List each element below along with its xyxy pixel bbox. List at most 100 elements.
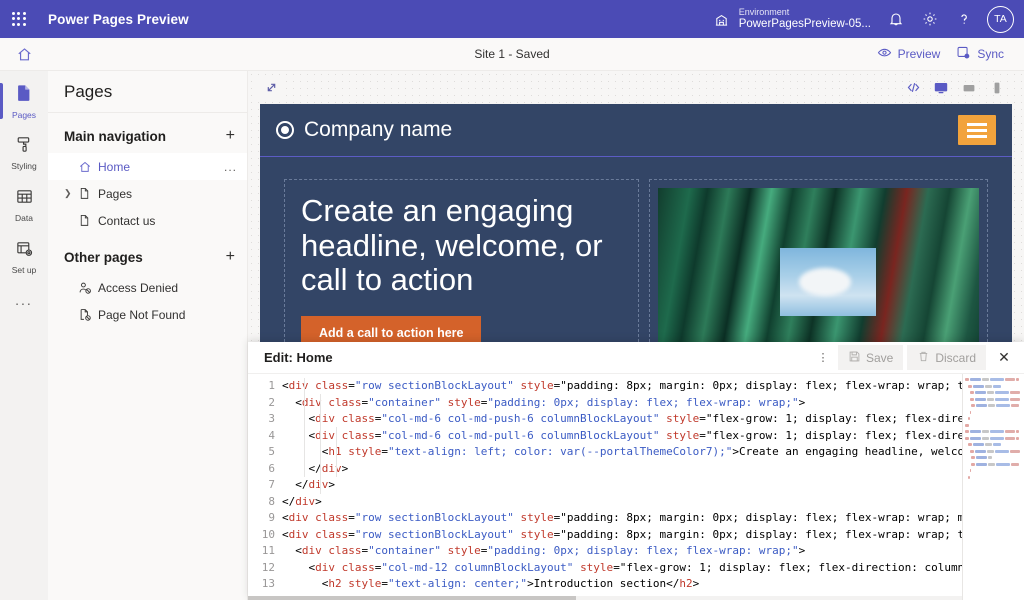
pages-panel-title: Pages — [48, 71, 247, 113]
minimap-line — [965, 390, 1022, 395]
minimap-line — [965, 462, 1022, 467]
code-line-number: 5 — [248, 444, 275, 461]
rail-item-styling[interactable]: Styling — [0, 127, 48, 179]
tablet-icon[interactable] — [956, 75, 982, 101]
trash-icon — [917, 350, 930, 366]
gear-icon[interactable] — [913, 0, 947, 38]
bell-icon[interactable] — [879, 0, 913, 38]
code-line-number: 6 — [248, 461, 275, 478]
code-editor-title: Edit: Home — [264, 350, 333, 365]
code-line: <div class="col-md-6 col-md-pull-6 colum… — [282, 428, 1024, 445]
home-icon[interactable] — [0, 38, 48, 71]
sync-icon — [956, 45, 971, 63]
code-line: <div class="row sectionBlockLayout" styl… — [282, 510, 1024, 527]
close-icon[interactable]: ✕ — [990, 345, 1018, 370]
desktop-icon[interactable] — [928, 75, 954, 101]
file-icon — [78, 187, 98, 200]
question-icon[interactable] — [947, 0, 981, 38]
minimap-line — [965, 436, 1022, 441]
code-line: </div> — [282, 494, 1024, 511]
rail-item-pages[interactable]: Pages — [0, 75, 48, 127]
save-button[interactable]: Save — [838, 345, 903, 370]
circle-target-logo — [276, 121, 294, 139]
code-line-number: 10 — [248, 527, 275, 544]
site-header: Company name — [260, 104, 1012, 157]
environment-icon — [713, 12, 731, 27]
sync-button[interactable]: Sync — [948, 41, 1012, 67]
code-editor-body[interactable]: 12345678910111213141516 <div class="row … — [248, 373, 1024, 600]
site-status: Site 1 - Saved — [362, 47, 662, 61]
pages-panel: Pages Main navigation + Home ... ❯ Pages — [48, 71, 248, 600]
resize-diagonal-icon[interactable] — [256, 75, 286, 101]
code-minimap[interactable] — [962, 374, 1024, 600]
save-disk-icon — [848, 350, 861, 366]
page-item-page-not-found[interactable]: Page Not Found — [48, 301, 247, 328]
section-main-navigation-title: Main navigation — [64, 129, 166, 144]
code-indent-guide — [304, 378, 305, 477]
code-line: </div> — [282, 477, 1024, 494]
page-item-pages-label: Pages — [98, 187, 132, 201]
app-launcher-icon[interactable] — [0, 0, 38, 38]
minimap-line — [965, 442, 1022, 447]
add-main-navigation-page-button[interactable]: + — [226, 128, 235, 144]
rail-item-data[interactable]: Data — [0, 179, 48, 231]
minimap-line — [965, 410, 1022, 415]
code-line: <div class="col-md-12 columnBlockLayout"… — [282, 560, 1024, 577]
save-label: Save — [866, 351, 893, 365]
preview-button[interactable]: Preview — [869, 41, 949, 67]
code-editor-actions: ⋮ Save Discard ✕ — [812, 345, 1018, 370]
section-other-pages-header: Other pages + — [48, 240, 247, 274]
hamburger-icon[interactable] — [958, 115, 996, 145]
discard-button[interactable]: Discard — [907, 345, 986, 370]
add-other-page-button[interactable]: + — [226, 249, 235, 265]
company-name: Company name — [304, 118, 452, 142]
page-item-access-denied[interactable]: Access Denied — [48, 274, 247, 301]
page-item-access-denied-label: Access Denied — [98, 281, 178, 295]
code-line: <h1 style="text-align: left; color: var(… — [282, 444, 1024, 461]
avatar[interactable]: TA — [987, 6, 1014, 33]
code-line: <h2 style="text-align: center;">Introduc… — [282, 576, 1024, 593]
command-bar: Site 1 - Saved Preview Sync — [0, 38, 1024, 71]
code-editor-text[interactable]: <div class="row sectionBlockLayout" styl… — [282, 378, 1024, 600]
page-item-pages[interactable]: ❯ Pages — [48, 180, 247, 207]
section-main-navigation-header: Main navigation + — [48, 119, 247, 153]
rail-item-setup[interactable]: Set up — [0, 231, 48, 283]
page-item-home[interactable]: Home ... — [48, 153, 247, 180]
code-line-number: 4 — [248, 428, 275, 445]
command-bar-actions: Preview Sync — [869, 41, 1024, 67]
page-item-home-label: Home — [98, 160, 130, 174]
file-icon — [78, 214, 98, 227]
minimap-line — [965, 397, 1022, 402]
chevron-right-icon[interactable]: ❯ — [64, 188, 78, 199]
home-icon — [78, 160, 98, 174]
page-item-contact-us[interactable]: Contact us — [48, 207, 247, 234]
page-icon — [14, 83, 34, 108]
code-horizontal-scrollbar[interactable] — [248, 596, 962, 600]
code-icon[interactable] — [900, 75, 926, 101]
eye-icon — [877, 45, 892, 63]
code-line: <div class="container" style="padding: 0… — [282, 395, 1024, 412]
editor-overflow-menu-button[interactable]: ⋮ — [812, 346, 834, 370]
code-line-number: 3 — [248, 411, 275, 428]
discard-label: Discard — [935, 351, 976, 365]
environment-label: Environment — [739, 8, 871, 17]
code-editor-panel: Edit: Home ⋮ Save Discard ✕ — [248, 342, 1024, 600]
code-line-number: 1 — [248, 378, 275, 395]
code-line: </div> — [282, 461, 1024, 478]
environment-text: Environment PowerPagesPreview-05... — [739, 8, 871, 31]
preview-label: Preview — [898, 47, 941, 61]
code-line: <div class="container" style="padding: 0… — [282, 543, 1024, 560]
minimap-line — [965, 449, 1022, 454]
code-editor-lines: 12345678910111213141516 <div class="row … — [248, 374, 1024, 600]
app-launcher-grid — [12, 12, 26, 26]
setup-gear-icon — [15, 239, 34, 263]
rail-more-button[interactable]: ... — [0, 283, 48, 317]
environment-picker[interactable]: Environment PowerPagesPreview-05... — [705, 0, 879, 38]
rail-item-data-label: Data — [15, 213, 33, 223]
code-editor-header: Edit: Home ⋮ Save Discard ✕ — [248, 342, 1024, 373]
page-item-home-more-button[interactable]: ... — [224, 160, 237, 174]
mobile-icon[interactable] — [984, 75, 1010, 101]
minimap-line — [965, 384, 1022, 389]
code-line: <div class="col-md-6 col-md-push-6 colum… — [282, 411, 1024, 428]
minimap-line — [965, 468, 1022, 473]
